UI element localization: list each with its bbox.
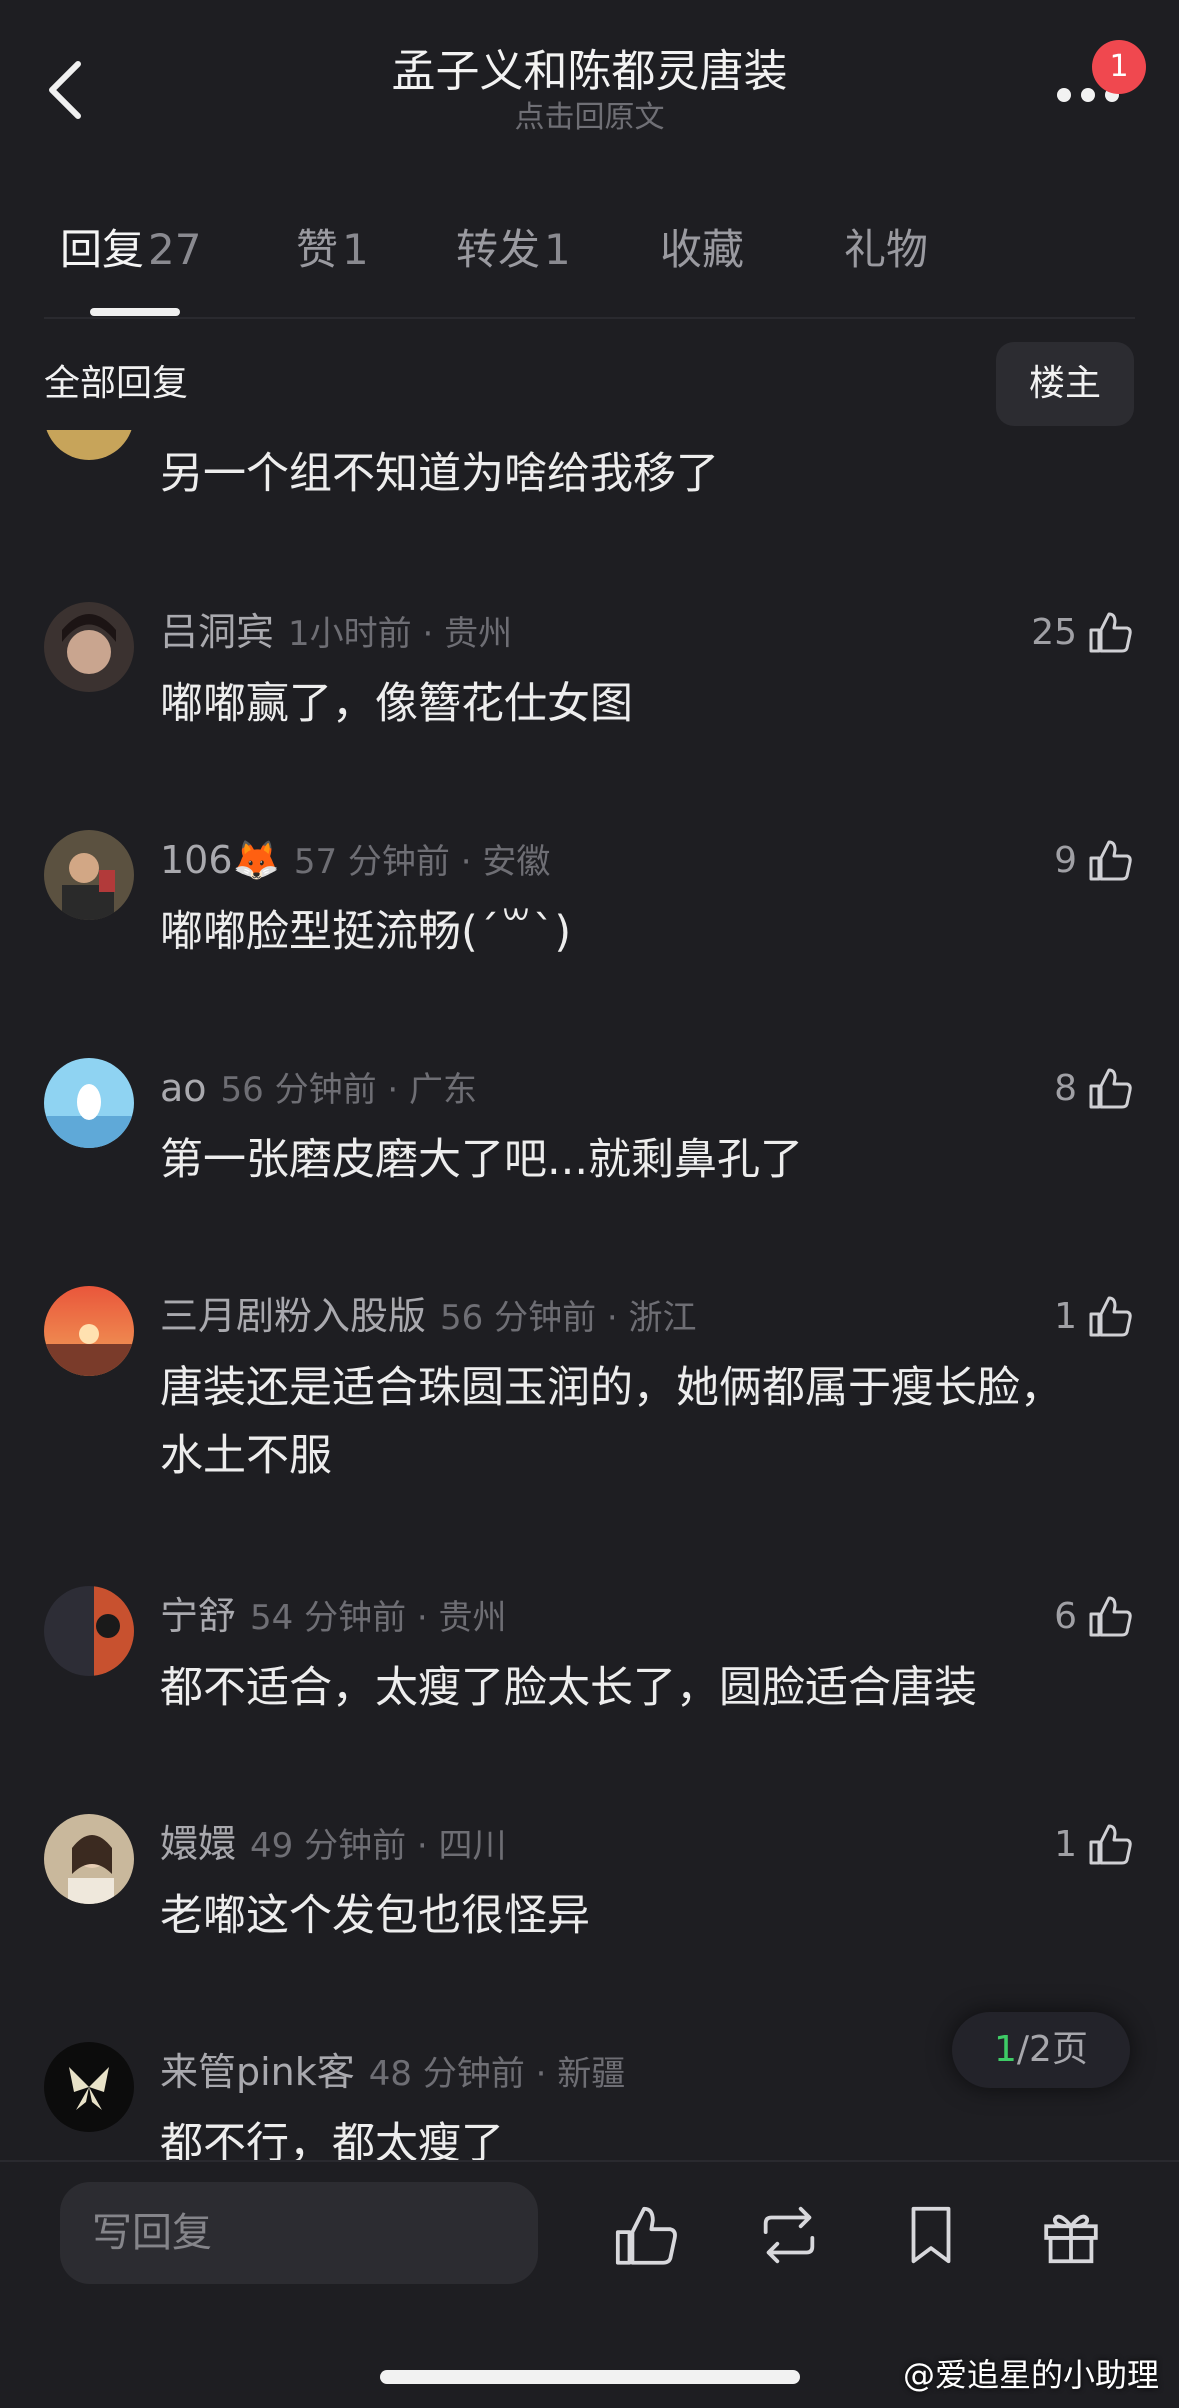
like-button[interactable]: 9 [1054,830,1135,890]
like-count: 1 [1054,1295,1077,1337]
timestamp: 57 分钟前 · 安徽 [293,842,551,882]
pagination-indicator[interactable]: 1/2页 [952,2012,1130,2088]
timestamp: 1小时前 · 贵州 [288,614,513,654]
avatar[interactable] [44,430,134,460]
username[interactable]: 吕洞宾 [160,610,274,654]
section-title: 全部回复 [44,363,189,404]
thumbs-up-icon [1089,1824,1132,1865]
comment-text: 嘟嘟赢了，像簪花仕女图 [160,679,633,729]
thumbs-up-icon [1089,840,1132,881]
timestamp: 56 分钟前 · 浙江 [440,1298,697,1338]
comment-text: 都不行，都太瘦了 [160,2119,504,2160]
tab-reposts[interactable]: 转发1 [456,222,571,278]
timestamp: 54 分钟前 · 贵州 [250,1598,507,1638]
timestamp: 56 分钟前 · 广东 [220,1070,478,1110]
like-count: 6 [1054,1595,1077,1637]
tab-label: 收藏 [660,225,745,274]
thumbs-up-icon [1089,1296,1132,1337]
like-button[interactable]: 8 [1054,1058,1135,1118]
page-title: 孟子义和陈都灵唐装 [391,46,788,97]
tab-replies[interactable]: 回复27 [60,222,201,278]
like-button[interactable]: 25 [1031,602,1135,662]
back-to-original-link[interactable]: 点击回原文 [0,100,1179,136]
username[interactable]: 宁舒 [160,1594,236,1638]
tab-label: 赞 [296,225,339,274]
comment-meta: 宁舒 54 分钟前 · 贵州 [160,1591,507,1643]
comment-meta: 吕洞宾 1小时前 · 贵州 [160,607,512,659]
op-filter-button[interactable]: 楼主 [996,342,1134,426]
gift-icon[interactable] [1036,2200,1106,2270]
like-count: 9 [1054,839,1077,881]
current-page: 1 [994,2029,1017,2070]
comment-text: 唐装还是适合珠圆玉润的，她俩都属于瘦长脸，水土不服 [160,1363,1063,1481]
tab-count: 1 [342,225,369,274]
avatar[interactable] [44,1286,134,1376]
timestamp: 49 分钟前 · 四川 [250,1826,507,1866]
comment-meta: 106🦊 57 分钟前 · 安徽 [160,835,550,887]
like-count: 1 [1054,1823,1077,1865]
like-button[interactable]: 1 [1054,1286,1135,1346]
tab-favorites[interactable]: 收藏 [660,222,744,278]
notification-badge: 1 [1092,40,1146,94]
total-pages: /2页 [1016,2029,1088,2070]
divider [44,317,1135,319]
tab-gifts[interactable]: 礼物 [844,222,928,278]
home-indicator [380,2370,800,2384]
comment-meta: 来管pink客 48 分钟前 · 新疆 [160,2047,625,2099]
tab-label: 回复 [60,225,145,274]
comment-text: 都不适合，太瘦了脸太长了，圆脸适合唐装 [160,1663,977,1713]
comment-text: 另一个组不知道为啥给我移了 [160,449,719,499]
username[interactable]: 三月剧粉入股版 [160,1294,426,1338]
comment-meta: ao 56 分钟前 · 广东 [160,1063,477,1115]
bookmark-icon[interactable] [896,2200,966,2270]
tab-label: 转发 [456,225,541,274]
comment-meta: 三月剧粉入股版 56 分钟前 · 浙江 [160,1291,697,1343]
repost-icon[interactable] [754,2200,824,2270]
avatar[interactable] [44,1058,134,1148]
avatar[interactable] [44,830,134,920]
timestamp: 48 分钟前 · 新疆 [368,2054,626,2094]
comment-text: 第一张磨皮磨大了吧...就剩鼻孔了 [160,1135,804,1185]
comment-list: 另一个组不知道为啥给我移了 吕洞宾 1小时前 · 贵州 25 嘟嘟赢了，像簪花仕女… [0,430,1179,2160]
thumbs-up-icon[interactable] [612,2200,682,2270]
avatar[interactable] [44,1586,134,1676]
comment-text: 嘟嘟脸型挺流畅(´꒳`) [160,907,572,957]
username[interactable]: 来管pink客 [160,2050,355,2094]
thumbs-up-icon [1089,1596,1132,1637]
username[interactable]: 106🦊 [160,838,280,882]
like-count: 8 [1054,1067,1077,1109]
like-count: 25 [1031,611,1077,653]
like-button[interactable]: 1 [1054,1814,1135,1874]
tab-label: 礼物 [844,225,929,274]
avatar[interactable] [44,602,134,692]
username[interactable]: 嬛嬛 [160,1822,236,1866]
username[interactable]: ao [160,1066,207,1110]
thumbs-up-icon [1089,612,1132,653]
thumbs-up-icon [1089,1068,1132,1109]
tab-count: 1 [544,225,571,274]
active-tab-indicator [90,308,180,316]
watermark: @爱追星的小助理 [902,2356,1159,2394]
tab-count: 27 [148,225,202,274]
comment-meta: 嬛嬛 49 分钟前 · 四川 [160,1819,507,1871]
like-button[interactable]: 6 [1054,1586,1135,1646]
tab-likes[interactable]: 赞1 [296,222,369,278]
avatar[interactable] [44,1814,134,1904]
avatar[interactable] [44,2042,134,2132]
comment-text: 老嘟这个发包也很怪异 [160,1891,590,1941]
reply-input[interactable]: 写回复 [60,2182,538,2284]
